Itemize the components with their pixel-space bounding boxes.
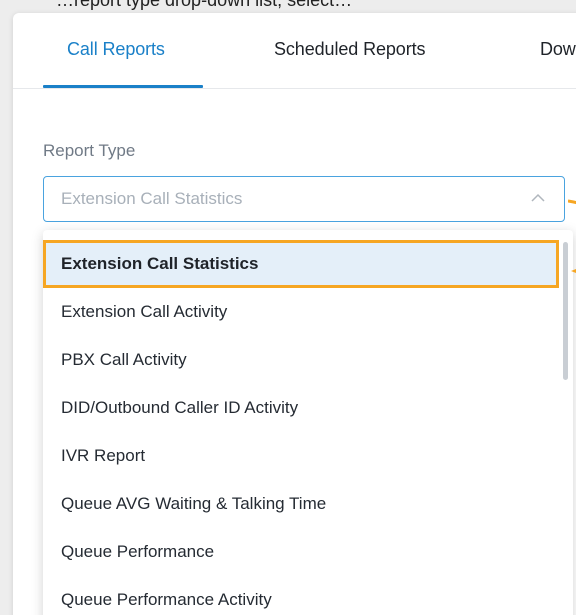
report-card: Call Reports Scheduled Reports Dow Repor… bbox=[13, 13, 576, 615]
dropdown-option-queue-performance[interactable]: Queue Performance bbox=[43, 528, 559, 576]
report-type-label: Report Type bbox=[43, 141, 136, 160]
tab-downloads[interactable]: Dow bbox=[540, 39, 576, 60]
report-type-selected-value: Extension Call Statistics bbox=[61, 189, 243, 208]
report-type-select[interactable]: Extension Call Statistics bbox=[43, 176, 565, 222]
callout-arrow-icon bbox=[571, 269, 576, 273]
dropdown-option-did-outbound-caller-id-activity[interactable]: DID/Outbound Caller ID Activity bbox=[43, 384, 559, 432]
chevron-up-icon bbox=[531, 193, 545, 202]
instruction-fragment-text: …report type drop-down list, select… bbox=[56, 0, 353, 10]
dropdown-option-pbx-call-activity[interactable]: PBX Call Activity bbox=[43, 336, 559, 384]
active-tab-indicator bbox=[43, 85, 203, 88]
tab-call-reports[interactable]: Call Reports bbox=[67, 39, 165, 60]
dropdown-option-queue-performance-activity[interactable]: Queue Performance Activity bbox=[43, 576, 559, 615]
dropdown-scrollbar[interactable] bbox=[563, 242, 568, 380]
dropdown-option-queue-avg-waiting-talking-time[interactable]: Queue AVG Waiting & Talking Time bbox=[43, 480, 559, 528]
report-tabs: Call Reports Scheduled Reports Dow bbox=[13, 13, 576, 89]
dropdown-option-extension-call-activity[interactable]: Extension Call Activity bbox=[43, 288, 559, 336]
dropdown-option-extension-call-statistics[interactable]: Extension Call Statistics bbox=[43, 240, 559, 288]
tab-scheduled-reports[interactable]: Scheduled Reports bbox=[274, 39, 426, 60]
report-type-dropdown: Extension Call Statistics Extension Call… bbox=[43, 230, 573, 615]
dropdown-option-ivr-report[interactable]: IVR Report bbox=[43, 432, 559, 480]
